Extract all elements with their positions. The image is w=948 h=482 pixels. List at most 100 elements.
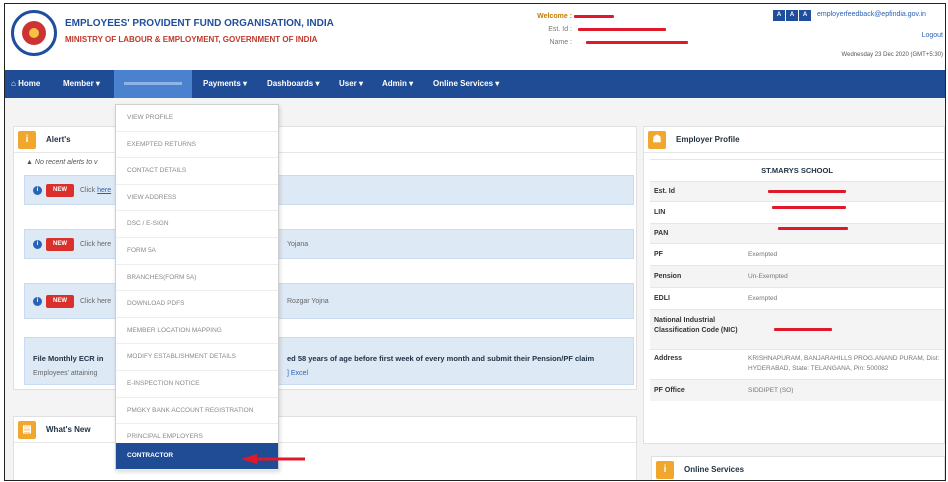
menu-item-branches[interactable]: BRANCHES(FORM 5A) (116, 265, 278, 292)
alert-tail: Yojana (287, 241, 309, 248)
page: EMPLOYEES' PROVIDENT FUND ORGANISATION, … (0, 0, 948, 482)
alerts-title: Alert's (46, 135, 71, 144)
font-size-button[interactable]: A (799, 10, 811, 21)
menu-item-exempted-returns[interactable]: EXEMPTED RETURNS (116, 132, 278, 159)
epfo-emblem-logo[interactable] (11, 10, 57, 56)
font-size-button[interactable]: A (786, 10, 798, 21)
home-icon: ⌂ (11, 79, 16, 88)
info-icon: i (33, 240, 42, 249)
employer-profile-table: ST.MARYS SCHOOL Est. Id LIN PAN PF Exemp… (650, 159, 944, 401)
alerts-panel: i Alert's ▲ No recent alerts to v i NEW … (13, 126, 637, 390)
main-nav: ⌂ Home Member ▾ Payments ▾ Dashboards ▾ … (5, 70, 945, 98)
online-services-header: i Online Services (652, 457, 944, 480)
arrow-head (241, 454, 257, 464)
profile-key: Est. Id (654, 188, 676, 195)
menu-item-pmgky-bank[interactable]: PMGKY BANK ACCOUNT REGISTRATION (116, 398, 278, 425)
menu-item-e-inspection[interactable]: E-INSPECTION NOTICE (116, 371, 278, 398)
profile-value: KRISHNAPURAM, BANJARAHILLS PROG.ANAND PU… (748, 355, 940, 372)
nav-online-services[interactable]: Online Services ▾ (433, 70, 499, 98)
nav-member[interactable]: Member ▾ (63, 70, 100, 98)
online-services-panel: i Online Services (651, 456, 945, 480)
ecr-excel-link[interactable]: ] Excel (287, 370, 308, 377)
profile-row: Address KRISHNAPURAM, BANJARAHILLS PROG.… (650, 349, 944, 379)
profile-row: PF Exempted (650, 243, 944, 265)
profile-value: Exempted (748, 251, 778, 258)
news-icon: ▤ (18, 421, 36, 439)
profile-key: National Industrial Classification Code … (654, 317, 738, 334)
employer-profile-title: Employer Profile (676, 135, 740, 144)
establishment-dropdown: VIEW PROFILE EXEMPTED RETURNS CONTACT DE… (115, 104, 279, 470)
whats-new-header: ▤ What's New (14, 417, 636, 443)
nav-establishment[interactable] (114, 70, 192, 98)
no-alerts-label: No recent alerts to v (34, 159, 98, 166)
menu-item-member-location-mapping[interactable]: MEMBER LOCATION MAPPING (116, 318, 278, 345)
profile-row: PAN (650, 223, 944, 243)
nav-dashboards[interactable]: Dashboards ▾ (267, 70, 319, 98)
profile-key: Pension (654, 273, 682, 280)
info-icon: i (656, 461, 674, 479)
profile-key: LIN (654, 209, 666, 216)
org-name: EMPLOYEES' PROVIDENT FUND ORGANISATION, … (65, 18, 334, 29)
new-badge: NEW (46, 184, 74, 197)
employer-profile-panel: ☗ Employer Profile ST.MARYS SCHOOL Est. … (643, 126, 945, 444)
redacted-name (586, 41, 688, 44)
arrow-annotation (241, 454, 305, 464)
profile-row: National Industrial Classification Code … (650, 309, 944, 349)
nav-admin[interactable]: Admin ▾ (382, 70, 413, 98)
menu-item-modify-establishment[interactable]: MODIFY ESTABLISHMENT DETAILS (116, 344, 278, 371)
whats-new-panel: ▤ What's New (13, 416, 637, 480)
menu-item-download-pdfs[interactable]: DOWNLOAD PDFS (116, 291, 278, 318)
info-icon: i (33, 297, 42, 306)
menu-item-contact-details[interactable]: CONTACT DETAILS (116, 158, 278, 185)
header-tools: AAA employerfeedback@epfindia.gov.in Log… (773, 10, 945, 58)
nav-user[interactable]: User ▾ (339, 70, 363, 98)
profile-key: PF Office (654, 387, 685, 394)
profile-row: LIN (650, 201, 944, 223)
profile-key: Address (654, 355, 683, 362)
profile-row: PF Office SIDDIPET (SO) (650, 379, 944, 401)
new-badge: NEW (46, 238, 74, 251)
alert-link[interactable]: here (97, 187, 111, 194)
font-size-button[interactable]: A (773, 10, 785, 21)
feedback-email-link[interactable]: employerfeedback@epfindia.gov.in (817, 11, 926, 18)
alert-link[interactable]: Click here (80, 298, 111, 305)
profile-value: SIDDIPET (SO) (748, 387, 794, 394)
employer-profile-header: ☗ Employer Profile (644, 127, 944, 153)
menu-item-form-5a[interactable]: FORM 5A (116, 238, 278, 265)
nav-home[interactable]: ⌂ Home (11, 70, 40, 98)
profile-value: Exempted (748, 295, 778, 302)
current-date: Wednesday 23 Dec 2020 (GMT+5:30) (841, 52, 943, 58)
site-header: EMPLOYEES' PROVIDENT FUND ORGANISATION, … (5, 4, 945, 66)
redacted-lin (772, 206, 846, 209)
info-icon: i (33, 186, 42, 195)
logout-link[interactable]: Logout (922, 32, 943, 39)
user-icon: ☗ (648, 131, 666, 149)
welcome-block: Welcome : Est. Id : Name : (530, 10, 690, 49)
profile-value: Un-Exempted (748, 273, 788, 280)
menu-item-dsc-esign[interactable]: DSC / E-SIGN (116, 211, 278, 238)
nav-home-label: Home (18, 79, 41, 88)
nav-payments[interactable]: Payments ▾ (203, 70, 247, 98)
whats-new-title: What's New (46, 425, 91, 434)
name-label: Name : (549, 39, 572, 46)
alert-prefix: Click (80, 187, 98, 194)
redacted-welcome (574, 15, 614, 18)
alert-text: Click here (80, 187, 111, 194)
alert-link[interactable]: Click here (80, 241, 111, 248)
profile-key: PAN (654, 230, 669, 237)
ecr-title-tail: ed 58 years of age before first week of … (287, 354, 595, 363)
menu-item-view-profile[interactable]: VIEW PROFILE (116, 105, 278, 132)
redacted-nic (774, 328, 832, 331)
est-label: Est. Id : (548, 26, 572, 33)
ecr-subtext: Employees' attaining (33, 370, 98, 377)
online-services-title: Online Services (684, 465, 745, 474)
alerts-header: i Alert's (14, 127, 636, 153)
profile-row: Est. Id (650, 181, 944, 201)
browser-frame: EMPLOYEES' PROVIDENT FUND ORGANISATION, … (4, 3, 946, 481)
profile-key: PF (654, 251, 663, 258)
school-name: ST.MARYS SCHOOL (650, 159, 944, 181)
menu-item-view-address[interactable]: VIEW ADDRESS (116, 185, 278, 212)
welcome-label: Welcome : (537, 13, 572, 20)
redacted-pan (778, 227, 848, 230)
profile-key: EDLI (654, 295, 670, 302)
